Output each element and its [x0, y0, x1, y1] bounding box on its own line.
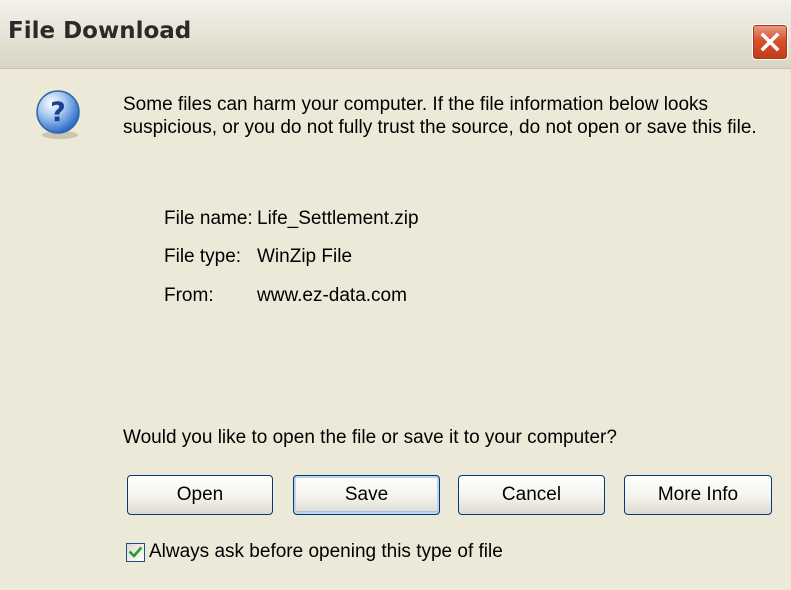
file-name-value: Life_Settlement.zip — [257, 208, 419, 229]
open-or-save-question: Would you like to open the file or save … — [123, 427, 617, 448]
always-ask-checkbox[interactable] — [126, 542, 145, 562]
file-type-value: WinZip File — [257, 246, 353, 267]
question-icon: ? — [33, 88, 85, 140]
close-button[interactable] — [752, 24, 788, 60]
always-ask-option[interactable]: Always ask before opening this type of f… — [126, 540, 503, 564]
title-bar[interactable]: File Download — [0, 0, 791, 69]
cancel-button[interactable]: Cancel — [458, 475, 605, 515]
security-warning-text: Some files can harm your computer. If th… — [123, 94, 757, 138]
file-name-label: File name: — [164, 208, 253, 229]
from-label: From: — [164, 285, 214, 306]
window-title: File Download — [8, 18, 192, 44]
file-download-dialog: File Download ? Some files can harm your… — [0, 0, 791, 590]
file-type-label: File type: — [164, 246, 242, 267]
save-button[interactable]: Save — [293, 475, 440, 515]
open-button[interactable]: Open — [127, 475, 273, 515]
always-ask-label: Always ask before opening this type of f… — [149, 541, 503, 562]
from-value: www.ez-data.com — [257, 285, 407, 306]
more-info-button[interactable]: More Info — [624, 475, 772, 515]
svg-text:?: ? — [50, 97, 66, 128]
